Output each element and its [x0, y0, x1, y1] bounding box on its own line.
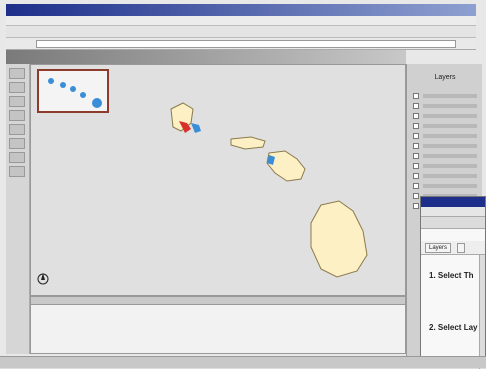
- taskbar: [0, 356, 486, 368]
- address-field[interactable]: [36, 40, 456, 48]
- page-title-bar: [6, 50, 406, 64]
- layer-item[interactable]: [413, 112, 479, 121]
- step-2-heading: 2. Select Lay: [429, 323, 478, 332]
- layer-label: [423, 174, 477, 178]
- screen: Layers Layers 1. Select Th 2. Select Lay: [0, 0, 486, 369]
- browser-toolbar: [6, 26, 476, 38]
- attribute-table-header: [31, 297, 405, 305]
- tab-other[interactable]: [457, 243, 465, 253]
- tool-button[interactable]: [9, 166, 25, 177]
- attribute-table[interactable]: [30, 296, 406, 354]
- layer-item[interactable]: [413, 132, 479, 141]
- layer-checkbox[interactable]: [413, 173, 419, 179]
- tool-button[interactable]: [9, 138, 25, 149]
- island-molokai[interactable]: [230, 136, 266, 150]
- menu-bar: [6, 16, 476, 26]
- layer-item[interactable]: [413, 152, 479, 161]
- layer-label: [423, 94, 477, 98]
- layer-checkbox[interactable]: [413, 93, 419, 99]
- layer-label: [423, 164, 477, 168]
- map-view[interactable]: [30, 64, 406, 296]
- help-window-tabs: Layers: [421, 241, 485, 255]
- layer-label: [423, 144, 477, 148]
- layer-label: [423, 184, 477, 188]
- layer-checkbox[interactable]: [413, 133, 419, 139]
- island-maui[interactable]: [266, 150, 306, 182]
- window-titlebar: [6, 4, 476, 16]
- layer-checkbox[interactable]: [413, 163, 419, 169]
- layer-label: [423, 154, 477, 158]
- layer-item[interactable]: [413, 182, 479, 191]
- tool-button[interactable]: [9, 96, 25, 107]
- layer-checkbox[interactable]: [413, 103, 419, 109]
- layer-label: [423, 134, 477, 138]
- address-bar: [6, 38, 476, 50]
- layer-checkbox[interactable]: [413, 193, 419, 199]
- help-window-menubar: [421, 207, 485, 217]
- layer-item[interactable]: [413, 162, 479, 171]
- layer-checkbox[interactable]: [413, 123, 419, 129]
- layer-checkbox[interactable]: [413, 183, 419, 189]
- tool-palette: [6, 64, 30, 354]
- tool-button[interactable]: [9, 152, 25, 163]
- tab-layers[interactable]: Layers: [425, 243, 452, 253]
- help-window-toolbar: [421, 217, 485, 229]
- help-window: Layers 1. Select Th 2. Select Lay: [420, 196, 486, 369]
- islands-layer: [37, 102, 368, 285]
- layer-item[interactable]: [413, 102, 479, 111]
- layer-label: [423, 114, 477, 118]
- north-arrow-icon: [37, 273, 49, 285]
- tool-button[interactable]: [9, 124, 25, 135]
- layers-panel-title: Layers: [434, 74, 456, 81]
- tool-button[interactable]: [9, 68, 25, 79]
- layer-item[interactable]: [413, 122, 479, 131]
- layer-item[interactable]: [413, 172, 479, 181]
- step-1-heading: 1. Select Th: [429, 271, 474, 280]
- tool-button[interactable]: [9, 82, 25, 93]
- layer-checkbox[interactable]: [413, 143, 419, 149]
- help-window-scrollbar[interactable]: [479, 255, 485, 369]
- layer-checkbox[interactable]: [413, 113, 419, 119]
- tool-button[interactable]: [9, 110, 25, 121]
- island-hawaii[interactable]: [310, 200, 368, 278]
- layer-item[interactable]: [413, 92, 479, 101]
- layer-label: [423, 124, 477, 128]
- help-window-titlebar: [421, 197, 485, 207]
- layer-item[interactable]: [413, 142, 479, 151]
- layer-checkbox[interactable]: [413, 203, 419, 209]
- island-edge: [191, 123, 201, 133]
- layer-checkbox[interactable]: [413, 153, 419, 159]
- layer-label: [423, 104, 477, 108]
